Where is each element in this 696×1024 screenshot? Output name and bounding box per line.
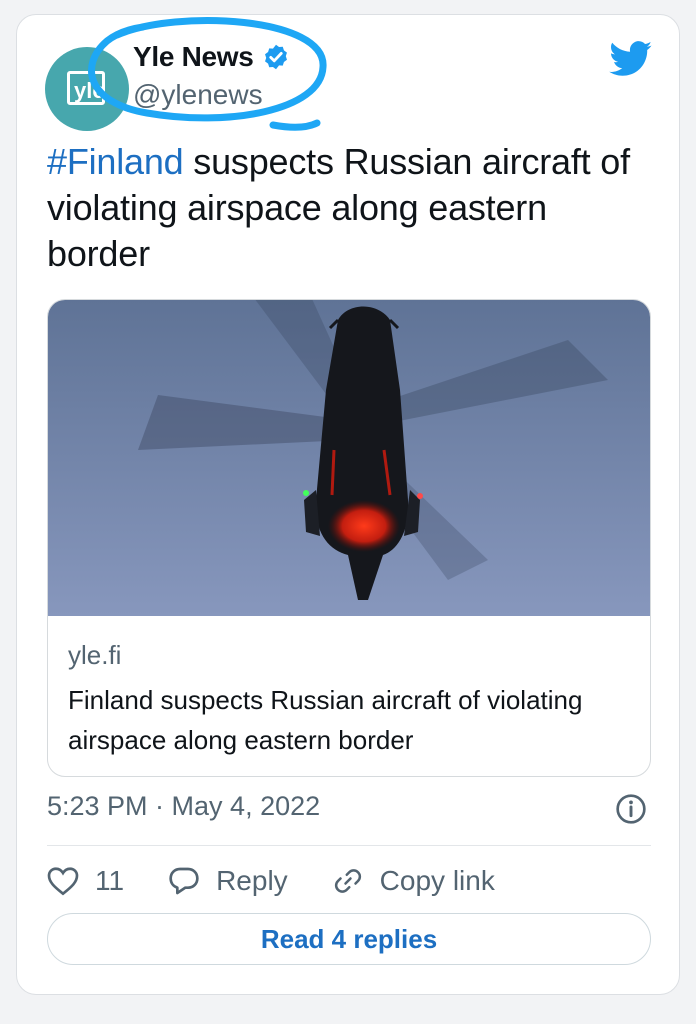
author-name[interactable]: Yle News <box>133 41 290 73</box>
display-name-text: Yle News <box>133 41 254 72</box>
verified-badge-icon <box>264 44 287 70</box>
like-button[interactable]: 11 <box>47 865 124 897</box>
action-bar: 11 Reply Copy link <box>47 861 539 901</box>
link-domain: yle.fi <box>68 640 122 670</box>
info-icon[interactable] <box>615 793 647 825</box>
tweet-text: #Finland suspects Russian aircraft of vi… <box>47 139 657 277</box>
twitter-bird-icon[interactable] <box>609 41 653 77</box>
heart-icon <box>47 867 79 896</box>
reply-bubble-icon <box>169 867 199 895</box>
reply-label: Reply <box>216 865 288 896</box>
hashtag-link[interactable]: #Finland <box>47 141 184 182</box>
reply-button[interactable]: Reply <box>168 865 288 897</box>
avatar-logo: yle <box>67 71 105 105</box>
tweet-embed-card[interactable]: yle Yle News @ylenews #Finland suspects … <box>16 14 680 995</box>
like-count: 11 <box>95 865 125 896</box>
divider <box>47 845 651 846</box>
copy-link-label: Copy link <box>379 865 495 896</box>
link-preview-card[interactable]: yle.fi Finland suspects Russian aircraft… <box>47 299 651 777</box>
copy-link-button[interactable]: Copy link <box>332 865 495 897</box>
helicopter-image <box>48 300 650 616</box>
link-title: Finland suspects Russian aircraft of vio… <box>68 685 583 755</box>
link-icon <box>334 869 361 893</box>
tweet-timestamp[interactable]: 5:23 PM · May 4, 2022 <box>47 791 320 822</box>
avatar[interactable]: yle <box>45 47 129 131</box>
read-replies-button[interactable]: Read 4 replies <box>47 913 651 965</box>
author-handle[interactable]: @ylenews <box>133 79 263 111</box>
